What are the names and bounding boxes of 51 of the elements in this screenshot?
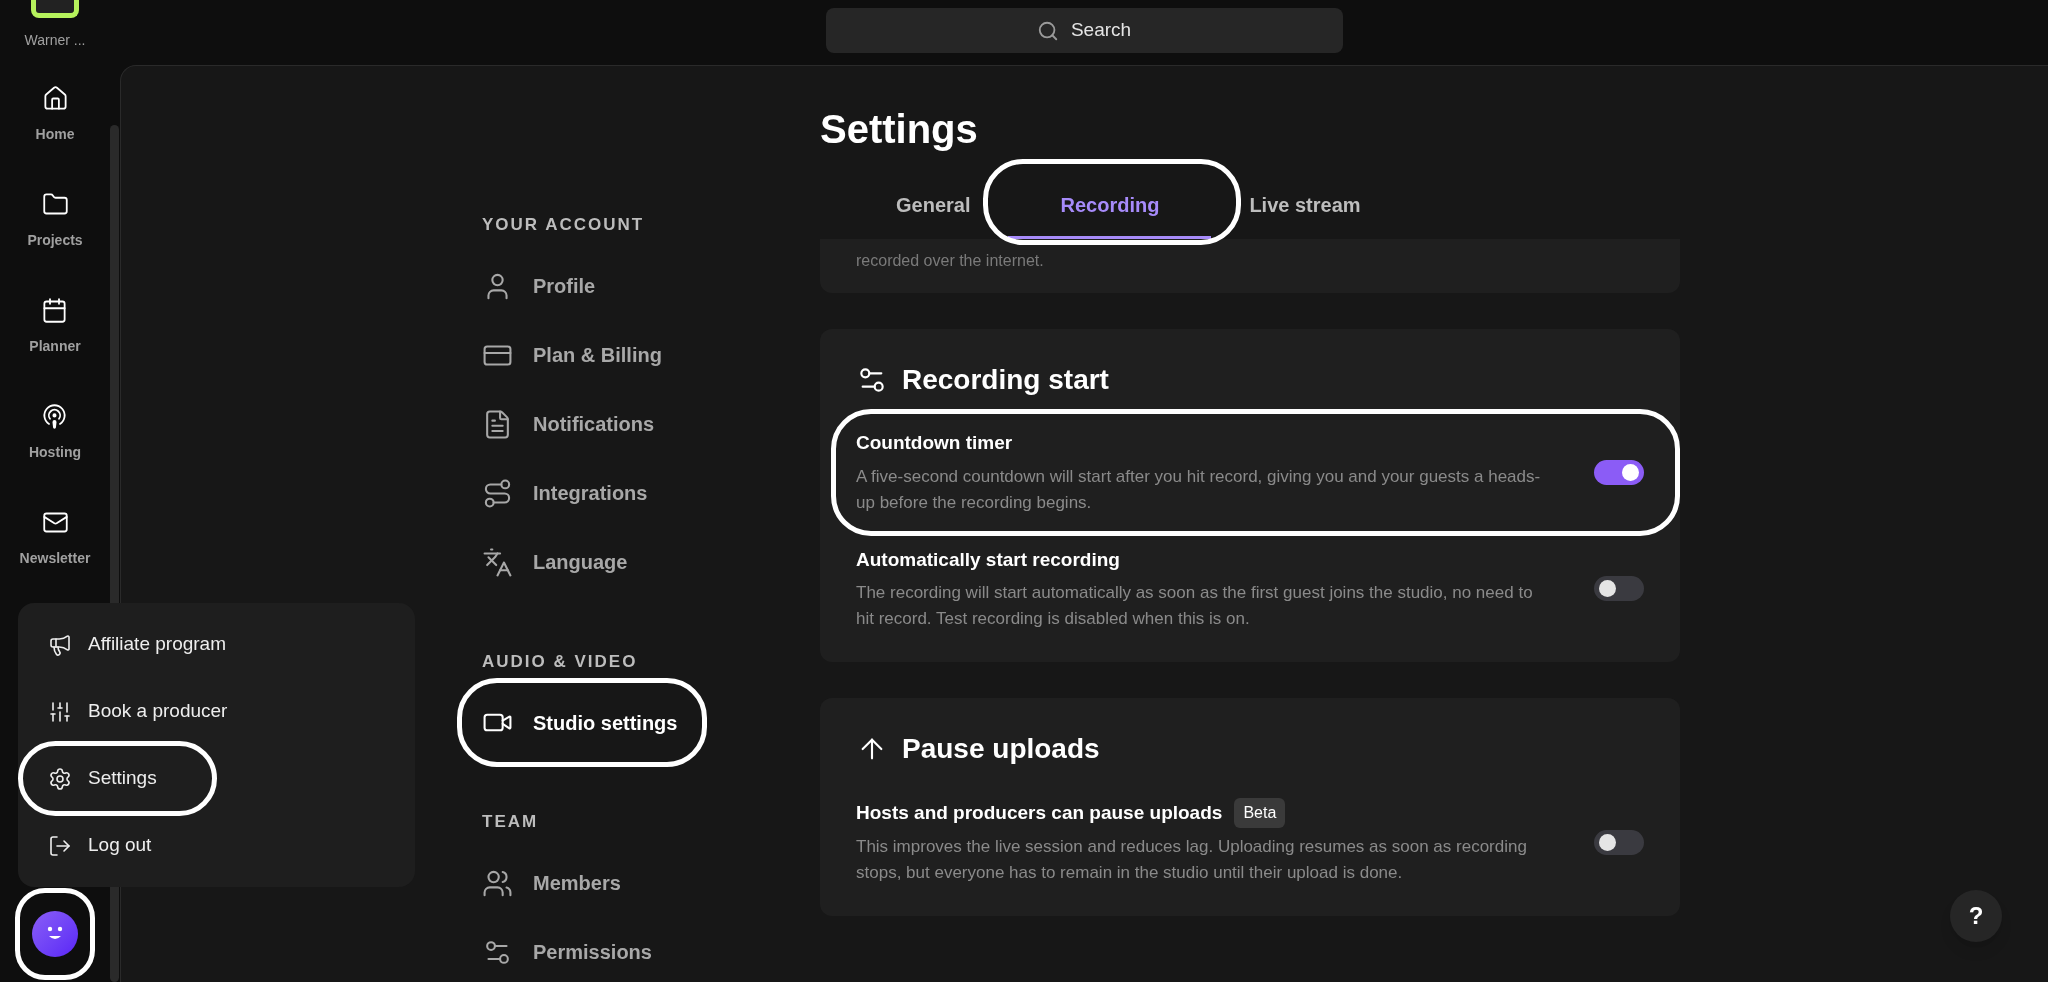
menu-item[interactable]: Log out [48, 831, 152, 860]
toggle-switch[interactable] [1594, 459, 1644, 485]
avatar[interactable] [32, 911, 78, 957]
settings-nav-item[interactable]: Permissions [482, 936, 652, 968]
rail-nav-item[interactable]: Planner [29, 297, 81, 357]
card-description: recorded over the internet. [856, 251, 1045, 271]
logout-icon [48, 833, 72, 858]
section-heading: AUDIO & VIDEO [482, 650, 639, 673]
card-title: Recording start [902, 363, 1109, 397]
toggle-switch[interactable] [1594, 829, 1644, 855]
megaphone-icon [48, 632, 72, 657]
section-heading: YOUR ACCOUNT [482, 214, 646, 236]
route-icon [482, 477, 513, 509]
page-title: Settings [820, 106, 979, 153]
calendar-icon [41, 297, 69, 324]
settings-nav-item[interactable]: Integrations [482, 477, 648, 509]
card-title: Pause uploads [902, 732, 1100, 766]
settings-nav-item[interactable]: Notifications [482, 408, 655, 440]
setting-description: The recording will start automatically as soon as the first guest joins the studio, no need to hit record. Test recording is disabled when this is on. [856, 582, 1534, 630]
workspace-name[interactable]: Warner ... [24, 30, 86, 51]
toggle-switch[interactable] [1594, 576, 1644, 602]
rail-nav-item[interactable]: Home [35, 85, 75, 145]
section-heading: TEAM [482, 811, 540, 833]
rail-nav-item[interactable]: Projects [27, 191, 83, 251]
search-placeholder: Search [1070, 18, 1132, 43]
translate-icon [482, 546, 513, 578]
settings-icon [48, 766, 72, 791]
rail-nav-item[interactable]: Hosting [28, 403, 82, 463]
settings-nav-item[interactable]: Profile [482, 270, 596, 302]
menu-item[interactable]: Affiliate program [48, 630, 226, 659]
setting-description: A five-second countdown will start after you hit record, giving you and your guests a heads-up before the recording begins. [856, 465, 1542, 514]
setting-title: Automatically start recording [856, 547, 1120, 572]
logo-icon[interactable] [31, 0, 79, 18]
menu-item[interactable]: Settings [48, 764, 157, 793]
settings-nav-item[interactable]: Members [482, 867, 621, 899]
setting-description: This improves the live session and reduces lag. Uploading resumes as soon as recording stops, but everyone has to remain in the studio until their upload is done. [856, 836, 1528, 884]
beta-badge: Beta [1234, 798, 1286, 828]
setting-title: Hosts and producers can pause uploads [856, 800, 1223, 825]
tab[interactable]: Live stream [1211, 177, 1399, 239]
home-icon [41, 85, 69, 112]
search-field[interactable]: Search [825, 8, 1343, 53]
tab[interactable]: General [858, 177, 1009, 239]
help-button[interactable]: ? [1950, 890, 2002, 942]
sliders-icon [48, 699, 72, 724]
settings-nav-item[interactable]: Plan & Billing [482, 339, 662, 371]
settings-nav-item[interactable]: Language [482, 546, 628, 578]
setting-title: Countdown timer [856, 431, 1013, 455]
rail-nav-item[interactable]: Newsletter [19, 509, 91, 569]
settings-nav-item[interactable]: Studio settings [482, 707, 678, 738]
search-icon [1036, 19, 1059, 42]
menu-item[interactable]: Book a producer [48, 697, 228, 726]
